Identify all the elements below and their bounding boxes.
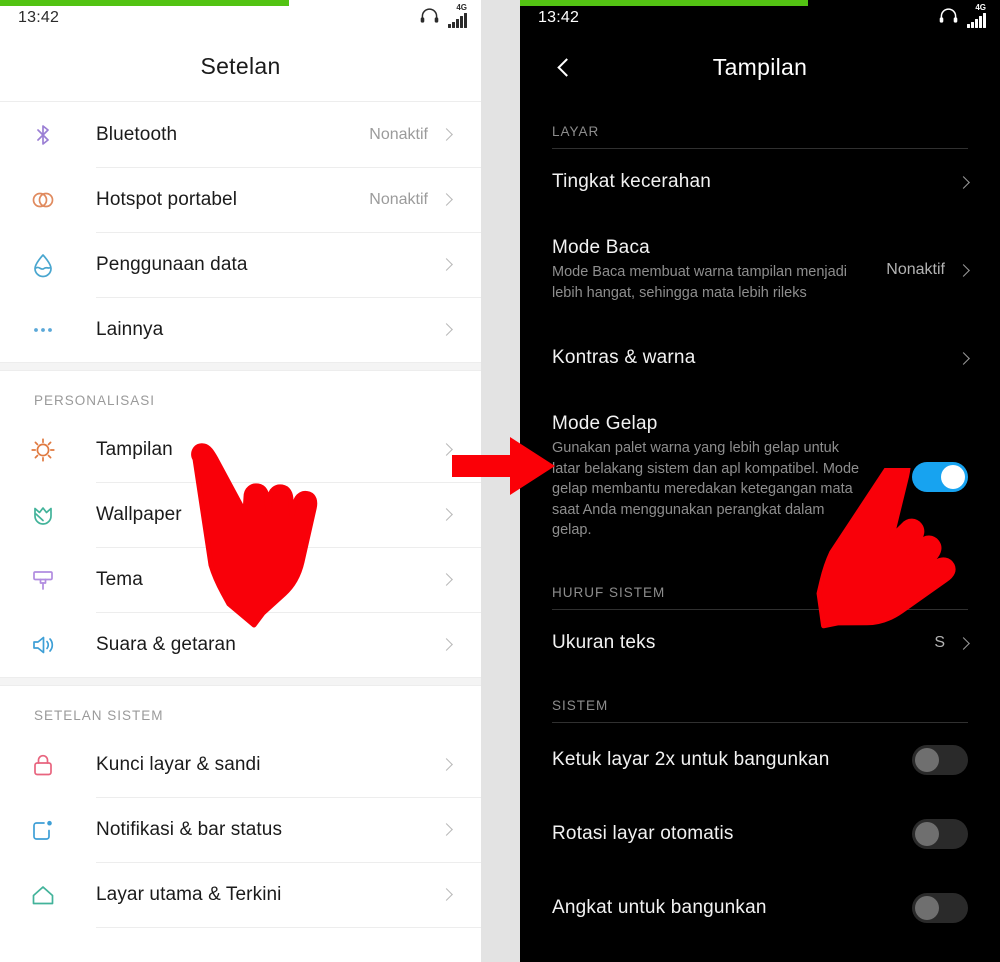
settings-row-bluetooth[interactable]: Bluetooth Nonaktif [0, 102, 481, 168]
red-arrow-annotation [452, 430, 556, 502]
home-icon [30, 882, 76, 908]
settings-row-kontras-warna[interactable]: Kontras & warna [552, 325, 970, 391]
settings-row-ketuk-layar-2x[interactable]: Ketuk layar 2x untuk bangunkan [552, 723, 968, 797]
chevron-right-icon [440, 823, 453, 836]
chevron-right-icon [440, 638, 453, 651]
chevron-right-icon [440, 443, 453, 456]
settings-row-title: Tingkat kecerahan [552, 171, 712, 192]
status-clock-right: 13:42 [538, 9, 580, 26]
chevron-right-icon [440, 508, 453, 521]
settings-row-title: Rotasi layar otomatis [552, 823, 734, 845]
headphones-icon [939, 8, 958, 28]
chevron-right-icon [440, 323, 453, 336]
settings-row-title: Kontras & warna [552, 347, 696, 369]
left-title-bar: Setelan [0, 32, 481, 102]
settings-row-text: Ketuk layar 2x untuk bangunkan [552, 749, 912, 771]
notification-square-icon [30, 817, 76, 843]
group-divider [0, 362, 481, 371]
settings-row-label: Hotspot portabel [96, 188, 238, 210]
chevron-right-icon [957, 263, 970, 277]
settings-row-layar-utama-terkini[interactable]: Layar utama & Terkini [0, 862, 481, 928]
section-header-wrap: LAYAR [552, 102, 968, 149]
chevron-right-icon [957, 175, 970, 189]
toggle-switch-ketuk-layar-2x[interactable] [912, 745, 968, 776]
screenshot-stage: 13:42 4G Setelan Bluetooth Nonaktif Hotspo… [0, 0, 1000, 962]
brightness-sun-icon [30, 437, 76, 463]
settings-row-penggunaan-data[interactable]: Penggunaan data [0, 232, 481, 298]
settings-row-angkat-untuk-bangunkan[interactable]: Angkat untuk bangunkan [552, 871, 968, 945]
settings-row-rotasi-layar-otomatis[interactable]: Rotasi layar otomatis [552, 797, 968, 871]
group-divider [0, 677, 481, 686]
chevron-right-icon [440, 573, 453, 586]
settings-row-value: Nonaktif [369, 125, 428, 143]
chevron-right-icon [440, 258, 453, 271]
data-usage-icon [30, 252, 76, 278]
red-pointing-hand-right [790, 453, 980, 668]
settings-row-text: Kontras & warna [552, 347, 959, 369]
settings-row-description: Mode Baca membuat warna tampilan menjadi… [552, 264, 847, 301]
status-clock: 13:42 [18, 9, 60, 26]
settings-row-value: Nonaktif [369, 190, 428, 208]
settings-row-mode-baca[interactable]: Mode Baca Mode Baca membuat warna tampila… [552, 215, 970, 325]
page-title-right: Tampilan [712, 53, 808, 80]
network-type-label: 4G [975, 3, 986, 12]
settings-row-label: Bluetooth [96, 123, 178, 145]
settings-row-label: Layar utama & Terkini [96, 883, 282, 905]
toggle-switch-angkat-untuk-bangunkan[interactable] [912, 893, 968, 924]
settings-row-title: Angkat untuk bangunkan [552, 897, 767, 919]
section-header-personalisasi: PERSONALISASI [34, 393, 156, 408]
chevron-right-icon [440, 193, 453, 206]
section-header-wrap: SISTEM [552, 676, 968, 724]
settings-row-tingkat-kecerahan[interactable]: Tingkat kecerahan [552, 149, 970, 215]
section-header-setelan-sistem: SETELAN SISTEM [34, 708, 164, 723]
settings-row-value: Nonaktif [886, 261, 945, 279]
chevron-right-icon [957, 351, 970, 365]
settings-row-label: Kunci layar & sandi [96, 753, 261, 775]
flower-wallpaper-icon [30, 502, 76, 528]
status-bar-left: 13:42 4G [0, 0, 481, 32]
toggle-knob [915, 822, 939, 847]
settings-row-text: Tingkat kecerahan [552, 171, 959, 193]
settings-row-kunci-layar-sandi[interactable]: Kunci layar & sandi [0, 732, 481, 798]
toggle-switch-rotasi-layar-otomatis[interactable] [912, 819, 968, 850]
settings-row-text: Rotasi layar otomatis [552, 823, 912, 845]
hotspot-icon [30, 187, 76, 213]
lock-icon [30, 752, 76, 778]
back-chevron-icon[interactable] [550, 51, 582, 83]
page-title: Setelan [200, 53, 281, 79]
settings-row-title: Ketuk layar 2x untuk bangunkan [552, 749, 830, 771]
settings-row-label: Penggunaan data [96, 253, 248, 275]
headphones-icon [420, 8, 439, 28]
chevron-right-icon [440, 758, 453, 771]
settings-row-lainnya[interactable]: Lainnya [0, 297, 481, 363]
signal-bars-icon: 4G [448, 4, 467, 28]
section-header-layar: LAYAR [552, 124, 600, 139]
settings-row-text: Angkat untuk bangunkan [552, 897, 912, 919]
chevron-right-icon [440, 888, 453, 901]
more-icon [30, 317, 76, 343]
settings-row-label: Notifikasi & bar status [96, 818, 283, 840]
chevron-right-icon [440, 128, 453, 141]
settings-row-title: Mode Gelap [552, 413, 658, 435]
paint-brush-icon [30, 567, 76, 593]
section-header-sistem: SISTEM [552, 698, 609, 714]
toggle-knob [915, 896, 939, 921]
bluetooth-icon [30, 122, 76, 148]
settings-row-label: Lainnya [96, 318, 164, 340]
settings-row-hotspot-portabel[interactable]: Hotspot portabel Nonaktif [0, 167, 481, 233]
network-type-label: 4G [456, 3, 467, 12]
right-title-bar: Tampilan [520, 32, 1000, 102]
status-bar-right: 13:42 4G [520, 0, 1000, 32]
settings-row-notifikasi-bar-status[interactable]: Notifikasi & bar status [0, 797, 481, 863]
red-pointing-hand-left [180, 438, 355, 646]
settings-row-text: Mode Baca Mode Baca membuat warna tampila… [552, 237, 886, 303]
speaker-sound-icon [30, 632, 76, 658]
toggle-knob [915, 748, 939, 773]
settings-row-title: Mode Baca [552, 237, 650, 258]
signal-bars-icon: 4G [967, 4, 986, 28]
